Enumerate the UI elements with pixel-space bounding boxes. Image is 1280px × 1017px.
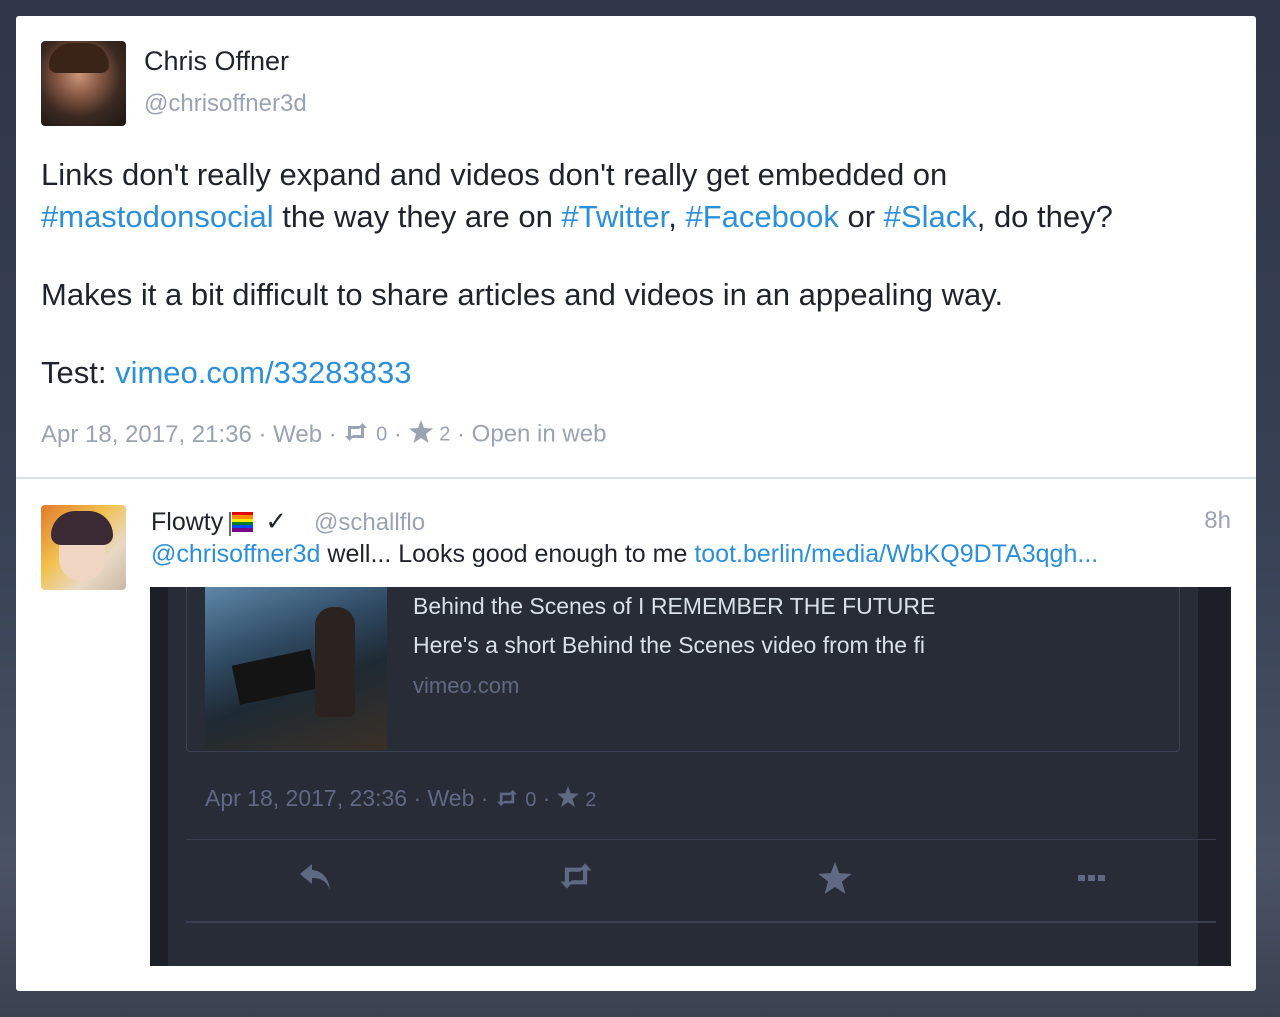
status-text: the way they are on [273,199,562,234]
screenshot-application: Web [427,785,475,811]
screenshot-reblog-count: 0 [525,789,537,811]
screenshot-meta: Apr 18, 2017, 23:36 · Web · 0 · 2 [205,785,596,813]
ellipsis-icon [1078,870,1106,888]
reply-content: @chrisoffner3d well... Looks good enough… [151,540,1098,569]
separator: · [251,421,274,448]
rainbow-flag-icon [229,512,254,536]
star-icon [556,786,579,813]
status-text: , do they? [976,199,1113,234]
status-text: Test: [41,355,116,390]
reply-display-name: Flowty [151,508,224,536]
open-in-web-link[interactable]: Open in web [472,420,607,447]
author-avatar[interactable] [41,41,126,126]
divider [16,477,1256,479]
status-text: or [838,199,884,234]
reblog-count: 0 [376,423,388,446]
star-icon [818,862,852,899]
separator: · [322,421,344,448]
preview-title: Behind the Scenes of I REMEMBER THE FUTU… [413,593,936,619]
screenshot-action-bar [186,840,1216,920]
star-icon[interactable] [408,420,433,450]
author-handle[interactable]: @chrisoffner3d [144,90,307,118]
mention-link[interactable]: @chrisoffner3d [151,540,320,568]
status-text: , [668,199,686,234]
status-meta: Apr 18, 2017, 21:36 · Web · 0 · 2 · Open… [41,420,606,450]
separator: · [407,785,428,811]
preview-description: Here's a short Behind the Scenes video f… [413,632,925,658]
separator: · [474,785,495,811]
retweet-icon[interactable] [343,421,369,449]
hashtag-link[interactable]: #Twitter [561,199,668,234]
hashtag-link[interactable]: #Slack [884,199,977,234]
separator: · [450,421,472,448]
preview-domain: vimeo.com [413,673,520,698]
author-display-name[interactable]: Chris Offner [144,46,289,77]
verified-check-icon: ✓ [265,506,288,536]
screenshot-timestamp: Apr 18, 2017, 23:36 [205,785,408,811]
vimeo-link[interactable]: vimeo.com/33283833 [115,355,411,390]
media-link[interactable]: toot.berlin/media/WbKQ9DTA3qgh... [694,540,1098,568]
status-timestamp[interactable]: Apr 18, 2017, 21:36 [41,421,252,448]
embedded-screenshot[interactable]: Behind the Scenes of I REMEMBER THE FUTU… [150,587,1231,966]
reply-avatar[interactable] [41,505,126,590]
divider [186,921,1216,923]
separator: · [536,785,557,811]
retweet-icon [557,862,595,895]
status-content: Links don't really expand and videos don… [41,154,1231,430]
favourite-count: 2 [439,423,451,446]
retweet-icon [495,786,519,813]
status-paragraph: Links don't really expand and videos don… [41,154,1231,238]
status-card: Chris Offner @chrisoffner3d Links don't … [16,16,1256,991]
reply-icon [298,862,334,899]
screenshot-status: Behind the Scenes of I REMEMBER THE FUTU… [168,587,1216,966]
reply-handle[interactable]: @schallflo [314,509,425,537]
status-paragraph: Makes it a bit difficult to share articl… [41,277,1004,312]
screenshot-favourite-count: 2 [585,789,597,811]
preview-thumbnail [205,587,387,750]
status-paragraph: Test: vimeo.com/33283833 [41,352,1231,394]
status-application: Web [273,421,323,448]
reply-text: well... Looks good enough to me [320,540,695,568]
status-text: Links don't really expand and videos don… [41,157,948,192]
reply-relative-time[interactable]: 8h [1204,507,1231,535]
separator: · [387,421,409,448]
hashtag-link[interactable]: #Facebook [685,199,838,234]
hashtag-link[interactable]: #mastodonsocial [41,199,274,234]
reply-author[interactable]: Flowty ✓ [151,506,287,537]
